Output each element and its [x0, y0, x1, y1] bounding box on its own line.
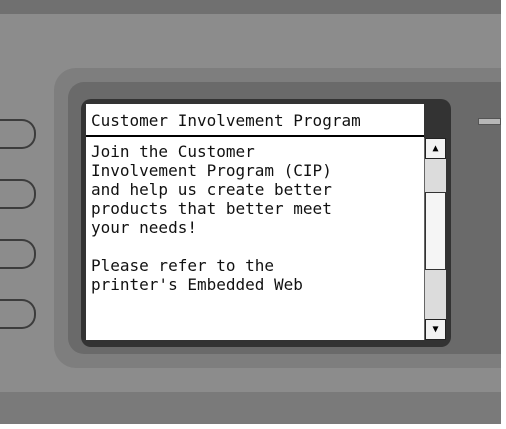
scroll-up-arrow-icon[interactable]: ▲: [425, 138, 446, 159]
panel-bottom-edge: [0, 392, 501, 424]
side-button-1[interactable]: [0, 119, 36, 149]
message-text: Join the Customer Involvement Program (C…: [91, 142, 417, 294]
message-line: printer's Embedded Web: [91, 275, 303, 294]
side-button-4[interactable]: [0, 299, 36, 329]
screen-title: Customer Involvement Program: [86, 104, 424, 137]
panel-top-edge: [0, 0, 501, 14]
message-line: your needs!: [91, 218, 197, 237]
message-line: products that better meet: [91, 199, 332, 218]
vertical-scrollbar[interactable]: ▲ ▼: [424, 138, 446, 340]
message-line: and help us create better: [91, 180, 332, 199]
side-button-2[interactable]: [0, 179, 36, 209]
status-indicator: [478, 118, 501, 125]
side-button-3[interactable]: [0, 239, 36, 269]
message-line: Join the Customer: [91, 142, 255, 161]
message-line: [91, 237, 417, 256]
scroll-thumb[interactable]: [425, 192, 446, 270]
message-line: Involvement Program (CIP): [91, 161, 332, 180]
scroll-down-arrow-icon[interactable]: ▼: [425, 319, 446, 340]
message-line: Please refer to the: [91, 256, 275, 275]
